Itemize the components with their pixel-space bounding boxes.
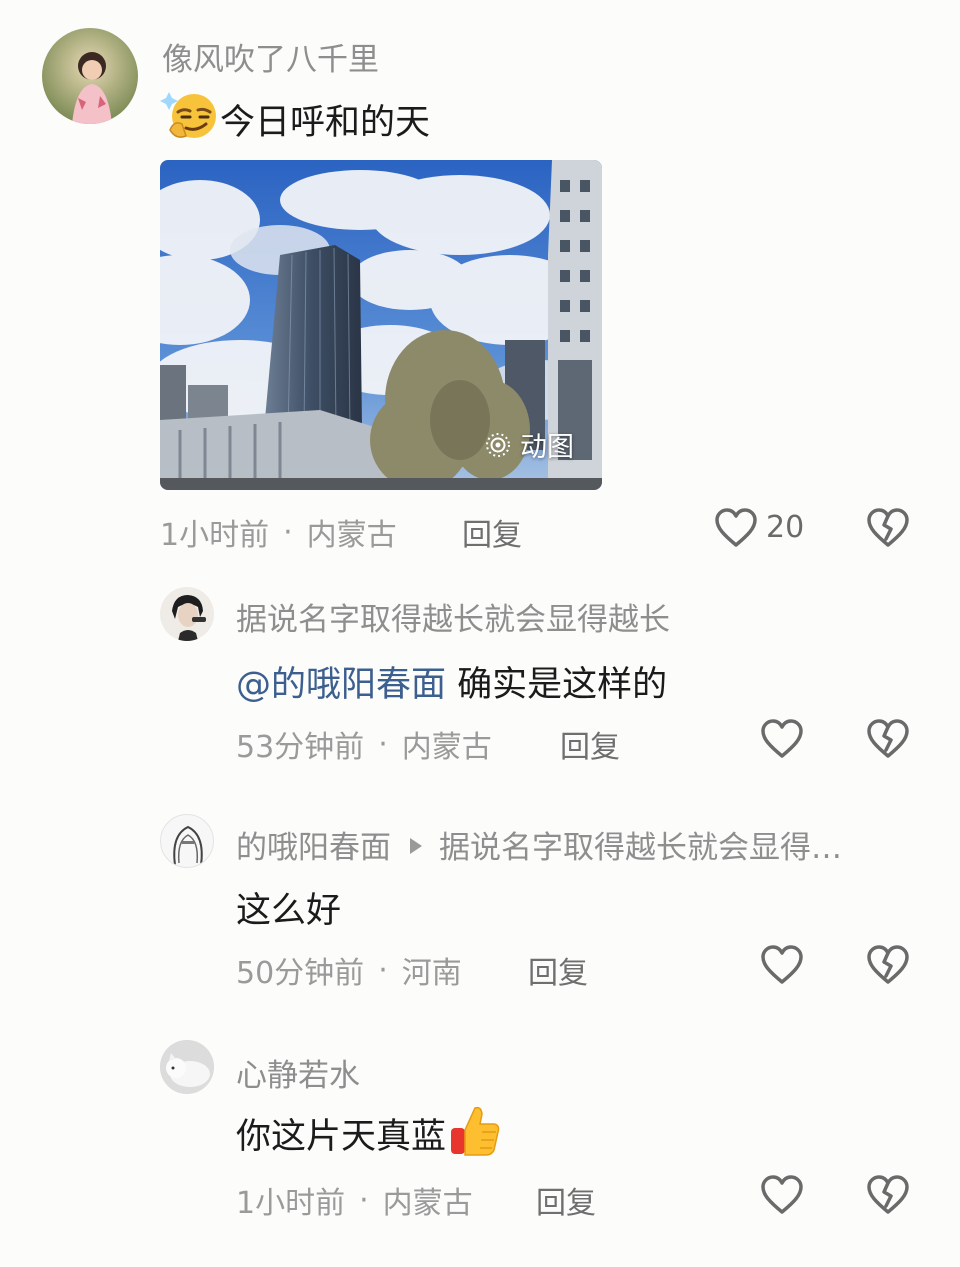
comment-author[interactable]: 像风吹了八千里 xyxy=(162,34,379,79)
reply-author[interactable]: 据说名字取得越长就会显得越长 xyxy=(236,594,670,639)
reply-button[interactable]: 回复 xyxy=(560,722,620,766)
meta-separator: · xyxy=(378,726,388,762)
dislike-button[interactable] xyxy=(866,507,910,549)
avatar-image xyxy=(173,825,203,866)
reply-text-body: 你这片天真蓝 xyxy=(236,1117,447,1157)
meta-separator: · xyxy=(359,1182,369,1218)
like-count: 20 xyxy=(766,510,805,545)
reply-text: 这么好 xyxy=(236,891,342,931)
animated-badge: 动图 xyxy=(484,425,574,464)
avatar-image xyxy=(160,587,214,641)
avatar-image xyxy=(160,1040,214,1094)
thumbs-up-icon xyxy=(448,1102,502,1158)
reply-header: 的哦阳春面 据说名字取得越长就会显得… xyxy=(236,822,842,867)
reply-time: 50分钟前 xyxy=(236,956,365,991)
heart-icon xyxy=(761,945,803,984)
comment-time: 1小时前 xyxy=(160,518,270,553)
avatar[interactable] xyxy=(160,587,214,641)
reply-author[interactable]: 心静若水 xyxy=(236,1050,360,1095)
avatar-image xyxy=(42,28,138,124)
heart-icon xyxy=(715,508,757,547)
avatar[interactable] xyxy=(160,814,214,868)
meta-separator: · xyxy=(378,952,388,988)
reply-meta: 50分钟前 · 河南 xyxy=(236,948,462,992)
like-button[interactable] xyxy=(714,507,758,549)
broken-heart-icon xyxy=(867,508,909,547)
dislike-button[interactable] xyxy=(866,1174,910,1216)
reply-arrow-icon xyxy=(409,827,423,863)
broken-heart-icon xyxy=(867,945,909,984)
reply-time: 53分钟前 xyxy=(236,730,365,765)
reply-meta: 1小时前 · 内蒙古 xyxy=(236,1178,473,1222)
comment-image[interactable]: 动图 xyxy=(160,160,602,490)
reply-button[interactable]: 回复 xyxy=(528,948,588,992)
like-button[interactable] xyxy=(760,718,804,760)
heart-icon xyxy=(761,1175,803,1214)
comment-location: 内蒙古 xyxy=(306,518,397,553)
reply-location: 河南 xyxy=(401,956,462,991)
like-button[interactable] xyxy=(760,944,804,986)
animated-badge-label: 动图 xyxy=(520,432,574,463)
reply-location: 内蒙古 xyxy=(401,730,492,765)
reply-time: 1小时前 xyxy=(236,1186,346,1221)
reply-text-body: 确实是这样的 xyxy=(457,665,668,705)
reply-location: 内蒙古 xyxy=(382,1186,473,1221)
reply-author[interactable]: 的哦阳春面 xyxy=(236,822,391,867)
reply-button[interactable]: 回复 xyxy=(462,510,522,554)
meta-separator: · xyxy=(283,514,293,550)
reply-button[interactable]: 回复 xyxy=(536,1178,596,1222)
comment-text: 今日呼和的天 xyxy=(220,103,431,143)
like-button[interactable] xyxy=(760,1174,804,1216)
dislike-button[interactable] xyxy=(866,944,910,986)
reply-text: 你这片天真蓝 xyxy=(236,1106,502,1159)
avatar[interactable] xyxy=(160,1040,214,1094)
smirk-emoji-icon xyxy=(160,90,218,142)
avatar[interactable] xyxy=(42,28,138,124)
reply-text: @的哦阳春面 确实是这样的 xyxy=(236,656,667,707)
live-photo-icon xyxy=(484,431,512,459)
broken-heart-icon xyxy=(867,1175,909,1214)
comment-meta: 1小时前 · 内蒙古 xyxy=(160,510,397,554)
broken-heart-icon xyxy=(867,719,909,758)
reply-to-author[interactable]: 据说名字取得越长就会显得… xyxy=(439,822,842,867)
heart-icon xyxy=(761,719,803,758)
dislike-button[interactable] xyxy=(866,718,910,760)
reply-meta: 53分钟前 · 内蒙古 xyxy=(236,722,492,766)
mention-link[interactable]: @的哦阳春面 xyxy=(236,665,446,705)
